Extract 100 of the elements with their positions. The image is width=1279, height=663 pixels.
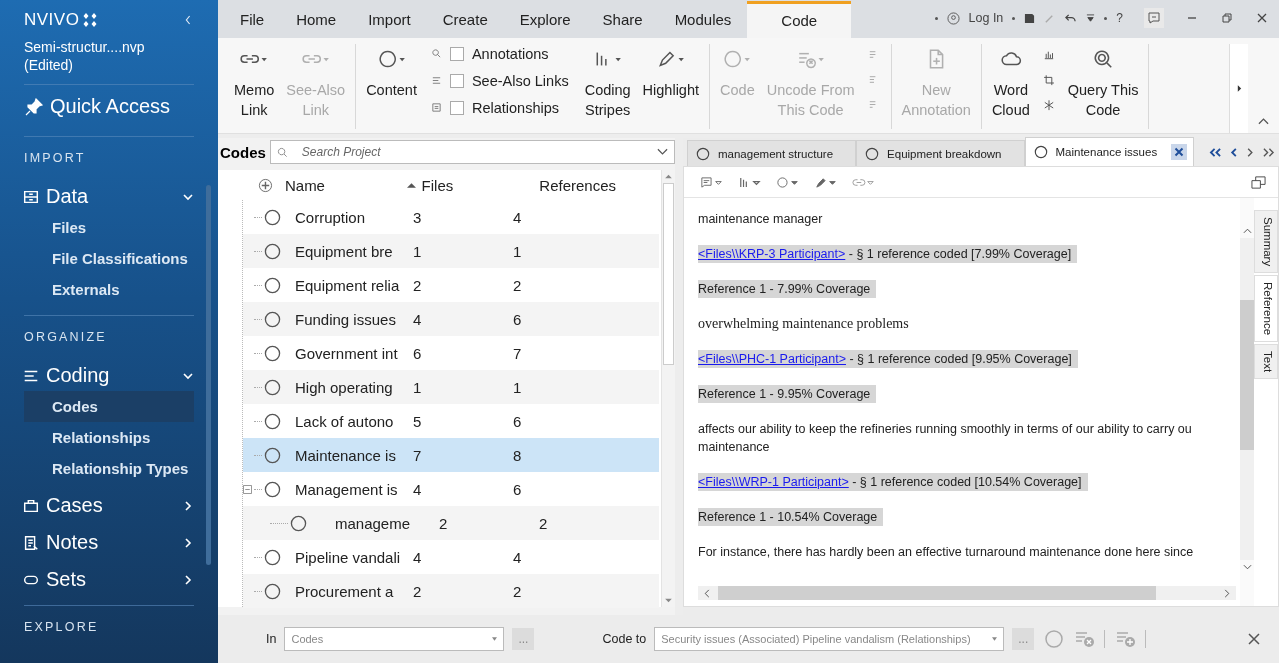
next-icon[interactable] xyxy=(1246,147,1254,158)
marker-icon[interactable] xyxy=(814,175,838,189)
scroll-right-icon[interactable] xyxy=(1224,588,1230,598)
circle-icon[interactable] xyxy=(1044,629,1065,649)
ribbon-tab[interactable]: Share xyxy=(586,11,659,38)
asterisk-icon[interactable] xyxy=(1041,98,1056,111)
scroll-down-icon[interactable] xyxy=(665,598,672,603)
code-row[interactable]: Pipeline vandali 4 4 xyxy=(243,540,659,574)
code-row[interactable]: Equipment bre 1 1 xyxy=(243,234,659,268)
code-row[interactable]: Equipment relia 2 2 xyxy=(243,268,659,302)
circle-icon xyxy=(264,378,281,396)
code-row[interactable]: High operating 1 1 xyxy=(243,370,659,404)
last-page-icon[interactable] xyxy=(1262,147,1275,158)
ribbon-tab[interactable]: Create xyxy=(426,11,504,38)
code-row[interactable]: Maintenance is 7 8 xyxy=(243,438,659,472)
nav-group[interactable]: Data xyxy=(0,175,206,212)
undock-icon[interactable] xyxy=(1251,174,1266,190)
restore-icon[interactable] xyxy=(1220,11,1234,25)
file-link[interactable]: <Files\\WRP-1 Participant> xyxy=(698,475,849,489)
column-header[interactable]: References xyxy=(539,176,659,194)
code-row[interactable]: Lack of autono 5 6 xyxy=(243,404,659,438)
ribbon-tab[interactable]: Modules xyxy=(658,11,748,38)
collapse-ribbon-icon[interactable] xyxy=(1258,117,1269,125)
ribbon-button[interactable]: Highlight xyxy=(638,44,704,102)
file-link[interactable]: <Files\\PHC-1 Participant> xyxy=(698,352,846,366)
bars-icon[interactable] xyxy=(738,175,762,189)
user-icon[interactable] xyxy=(946,11,960,25)
nav-item[interactable]: File Classifications xyxy=(24,243,194,274)
memo-icon[interactable] xyxy=(700,175,724,189)
nav-item[interactable]: Externals xyxy=(24,274,194,305)
code-row[interactable]: Procurement a 2 2 xyxy=(243,574,659,608)
login-link[interactable]: Log In xyxy=(968,11,1004,25)
add-icon[interactable] xyxy=(258,177,273,193)
ribbon-button[interactable]: Query This Code xyxy=(1063,44,1143,122)
ribbon-tab[interactable]: Import xyxy=(352,11,427,38)
code-row[interactable]: Corruption 3 4 xyxy=(243,200,659,234)
comment-icon[interactable] xyxy=(1144,8,1164,28)
search-field[interactable]: Search Project xyxy=(295,144,649,160)
ribbon-button[interactable]: Coding Stripes xyxy=(580,44,635,122)
code-to-dropdown[interactable]: Security issues (Associated) Pipeline vandalism (Relationships) xyxy=(654,627,1005,651)
ribbon-tab[interactable]: Home xyxy=(280,11,353,38)
close-icon[interactable] xyxy=(1171,144,1188,160)
references-count: 2 xyxy=(539,514,549,532)
document-tab[interactable]: management structure xyxy=(687,140,857,166)
ribbon-button[interactable]: Content xyxy=(362,44,421,102)
ribbon-tab[interactable]: Code xyxy=(747,1,852,38)
scroll-up-icon[interactable] xyxy=(1242,228,1252,234)
code-row[interactable]: Management is 4 6 xyxy=(243,472,659,506)
circle-icon xyxy=(264,310,281,328)
file-link[interactable]: <Files\\KRP-3 Participant> xyxy=(698,247,846,261)
document-tab[interactable]: Maintenance issues xyxy=(1024,137,1195,166)
collapse-icon[interactable] xyxy=(184,14,192,26)
close-icon[interactable] xyxy=(1255,11,1269,25)
checkbox[interactable] xyxy=(449,73,464,88)
code-row[interactable]: Funding issues 4 6 xyxy=(243,302,659,336)
nav-group[interactable]: Sets xyxy=(0,558,206,595)
uncode-icon[interactable] xyxy=(1074,629,1097,649)
column-header[interactable]: Files xyxy=(415,176,540,194)
code-row[interactable]: Government int 6 7 xyxy=(243,336,659,370)
save-icon[interactable] xyxy=(1024,12,1036,24)
references-count: 1 xyxy=(513,378,523,396)
ribbon-button[interactable]: Memo Link xyxy=(230,44,279,122)
nav-item[interactable]: Relationships xyxy=(24,422,194,453)
scrollbar[interactable] xyxy=(1240,198,1254,606)
nav-item[interactable]: Codes xyxy=(24,391,194,422)
customize-icon[interactable] xyxy=(1086,12,1096,24)
circle-icon[interactable] xyxy=(776,175,800,189)
code-row[interactable]: manageme 2 2 xyxy=(243,506,659,540)
ribbon-tab[interactable]: Explore xyxy=(503,11,587,38)
dropdown-icon[interactable] xyxy=(657,148,668,156)
help-button[interactable]: ? xyxy=(1116,11,1123,25)
code-add-icon[interactable] xyxy=(1115,629,1138,649)
crop-icon[interactable] xyxy=(1041,73,1056,86)
side-tab[interactable]: Reference xyxy=(1254,275,1278,343)
ribbon-button[interactable]: Word Cloud xyxy=(987,44,1034,122)
scope-dropdown[interactable]: Codes xyxy=(284,627,505,651)
scroll-up-icon[interactable] xyxy=(665,174,672,179)
quick-access-link[interactable]: Quick Access xyxy=(0,85,206,126)
first-page-icon[interactable] xyxy=(1209,147,1222,158)
scrollbar[interactable] xyxy=(698,586,1236,600)
coded-text: overwhelming maintenance problems xyxy=(698,315,909,333)
undo-icon[interactable] xyxy=(1064,12,1078,24)
scroll-left-icon[interactable] xyxy=(704,588,710,598)
nav-group[interactable]: Coding xyxy=(0,354,206,391)
scroll-down-icon[interactable] xyxy=(1242,564,1252,570)
collapse-toggle-icon[interactable] xyxy=(243,484,252,494)
nav-group[interactable]: Notes xyxy=(0,521,206,558)
search-box[interactable]: Search Project xyxy=(269,140,675,164)
close-icon[interactable] xyxy=(1247,632,1261,646)
side-tab[interactable]: Text xyxy=(1254,344,1278,380)
checkbox[interactable] xyxy=(449,100,464,115)
nav-item[interactable]: Files xyxy=(24,212,194,243)
column-header[interactable]: Name xyxy=(284,176,407,194)
checkbox[interactable] xyxy=(449,46,464,61)
document-tab[interactable]: Equipment breakdown xyxy=(856,140,1025,166)
nav-item[interactable]: Relationship Types xyxy=(24,453,194,484)
ribbon-tab[interactable]: File xyxy=(224,11,281,38)
previous-icon[interactable] xyxy=(1230,147,1238,158)
nav-group[interactable]: Cases xyxy=(0,484,206,521)
side-tab[interactable]: Summary xyxy=(1254,210,1278,274)
